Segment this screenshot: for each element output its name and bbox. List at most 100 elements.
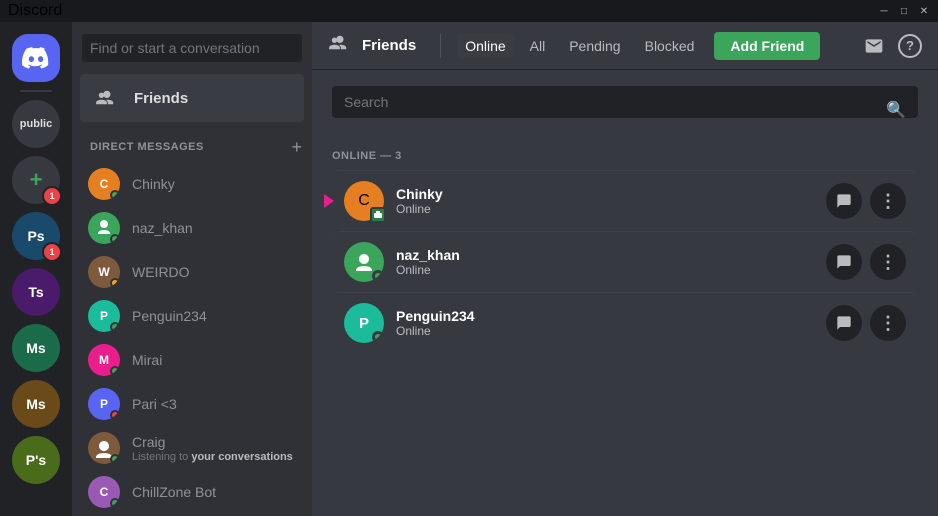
conversation-search-input[interactable]: [82, 34, 302, 62]
status-dot-chillzone: [110, 498, 120, 508]
friend-actions-naz-khan: ⋮: [826, 244, 906, 280]
dm-item-chinky[interactable]: C Chinky: [80, 162, 304, 206]
search-bar: [72, 22, 312, 74]
nav-divider: [440, 34, 441, 58]
more-button-penguin234[interactable]: ⋮: [870, 305, 906, 341]
server-label-ts: Ts: [28, 284, 43, 300]
dm-sidebar: Friends DIRECT MESSAGES + C Chinky: [72, 22, 312, 516]
status-dot-mirai: [110, 366, 120, 376]
message-button-naz-khan[interactable]: [826, 244, 862, 280]
dm-avatar-mirai: M: [88, 344, 120, 376]
dm-avatar-weirdo: W: [88, 256, 120, 288]
friend-name-penguin234: Penguin234: [396, 308, 826, 324]
chinky-avatar-wrapper: C: [344, 181, 384, 221]
dm-item-penguin234[interactable]: P Penguin234: [80, 294, 304, 338]
dm-avatar-pari3: P: [88, 388, 120, 420]
friends-search-input[interactable]: [332, 86, 918, 118]
friend-row-naz-khan[interactable]: naz_khan Online ⋮: [332, 231, 918, 292]
friend-info-penguin234: Penguin234 Online: [396, 308, 826, 338]
server-icon-public[interactable]: public: [12, 100, 60, 148]
server-icon-ms1[interactable]: Ms: [12, 324, 60, 372]
dm-list: C Chinky naz_khan W WEIRDO: [72, 160, 312, 516]
more-button-chinky[interactable]: ⋮: [870, 183, 906, 219]
dm-avatar-penguin234: P: [88, 300, 120, 332]
friend-name-naz-khan: naz_khan: [396, 247, 826, 263]
add-server-icon: +: [30, 167, 43, 193]
dm-name-chillzone: ChillZone Bot: [132, 484, 216, 500]
dm-item-craig[interactable]: Craig Listening to your conversations: [80, 426, 304, 470]
status-dot-penguin234: [110, 322, 120, 332]
server-icon-ps[interactable]: Ps: [12, 212, 60, 260]
dm-avatar-chillzone: C: [88, 476, 120, 508]
titlebar: Discord ─ □ ✕: [0, 0, 938, 22]
friend-status-chinky: Online: [396, 202, 826, 216]
message-button-chinky[interactable]: [826, 183, 862, 219]
help-icon[interactable]: ?: [898, 34, 922, 58]
friend-row-penguin234[interactable]: P Penguin234 Online ⋮: [332, 292, 918, 353]
dm-name-mirai: Mirai: [132, 352, 162, 368]
server-icon-ts[interactable]: Ts: [12, 268, 60, 316]
maximize-button[interactable]: □: [898, 5, 910, 17]
server-label-ms1: Ms: [26, 340, 45, 356]
dm-sub-craig: Listening to your conversations: [132, 451, 293, 463]
dm-avatar-naz-khan: [88, 212, 120, 244]
server-divider: [20, 90, 52, 92]
main-content: Friends Online All Pending Blocked Add F…: [312, 22, 938, 516]
tab-pending[interactable]: Pending: [561, 34, 628, 58]
dm-avatar-chinky: C: [88, 168, 120, 200]
add-friend-button[interactable]: Add Friend: [714, 32, 820, 60]
friend-avatar-penguin234: P: [344, 303, 384, 343]
server-label-ms2: Ms: [26, 396, 45, 412]
online-header: ONLINE — 3: [332, 150, 918, 162]
friend-actions-penguin234: ⋮: [826, 305, 906, 341]
dm-section-header: DIRECT MESSAGES +: [72, 122, 312, 160]
titlebar-controls: ─ □ ✕: [878, 5, 930, 17]
friend-name-chinky: Chinky: [396, 186, 826, 202]
tab-all[interactable]: All: [522, 34, 554, 58]
friends-nav-icon-top: [328, 34, 350, 57]
friends-search-wrapper: 🔍: [332, 86, 918, 134]
friend-row-chinky[interactable]: C Chinky Online: [332, 170, 918, 231]
server-icon-add[interactable]: +: [12, 156, 60, 204]
dm-name-pari3: Pari <3: [132, 396, 177, 412]
tab-online[interactable]: Online: [457, 34, 513, 58]
status-dot-weirdo: [110, 278, 120, 288]
status-dot-chinky: [110, 190, 120, 200]
dm-name-naz-khan: naz_khan: [132, 220, 193, 236]
more-button-naz-khan[interactable]: ⋮: [870, 244, 906, 280]
dm-item-weirdo[interactable]: W WEIRDO: [80, 250, 304, 294]
friends-nav-label: Friends: [134, 90, 188, 107]
dm-avatar-craig: [88, 432, 120, 464]
minimize-button[interactable]: ─: [878, 5, 890, 17]
dm-item-chillzone[interactable]: C ChillZone Bot: [80, 470, 304, 514]
tab-blocked[interactable]: Blocked: [637, 34, 703, 58]
dm-item-mirai[interactable]: M Mirai: [80, 338, 304, 382]
server-sidebar: public + Ps Ts Ms Ms P's: [0, 22, 72, 516]
friend-info-naz-khan: naz_khan Online: [396, 247, 826, 277]
server-icon-ms2[interactable]: Ms: [12, 380, 60, 428]
message-button-penguin234[interactable]: [826, 305, 862, 341]
server-icon-home[interactable]: [12, 34, 60, 82]
status-dot-craig: [110, 454, 120, 464]
arrow-indicator: [324, 194, 334, 208]
friends-nav-item[interactable]: Friends: [80, 74, 304, 122]
server-label-ps2: P's: [26, 452, 46, 468]
dm-info-craig: Craig Listening to your conversations: [132, 434, 293, 463]
friend-avatar-naz-khan: [344, 242, 384, 282]
server-icon-ps2[interactable]: P's: [12, 436, 60, 484]
dm-name-penguin234: Penguin234: [132, 308, 207, 324]
dm-item-pari3[interactable]: P Pari <3: [80, 382, 304, 426]
server-label-ps: Ps: [27, 228, 44, 244]
friend-status-dot-naz-khan: [372, 270, 384, 282]
close-button[interactable]: ✕: [918, 5, 930, 17]
search-icon: 🔍: [886, 100, 906, 120]
status-dot-naz-khan: [110, 234, 120, 244]
friends-nav-icon: [90, 82, 122, 114]
inbox-icon[interactable]: [858, 30, 890, 62]
dm-item-naz-khan[interactable]: naz_khan: [80, 206, 304, 250]
dm-add-button[interactable]: +: [291, 138, 302, 156]
app: public + Ps Ts Ms Ms P's: [0, 22, 938, 516]
friend-info-chinky: Chinky Online: [396, 186, 826, 216]
dm-name-weirdo: WEIRDO: [132, 264, 190, 280]
titlebar-title: Discord: [8, 2, 62, 20]
